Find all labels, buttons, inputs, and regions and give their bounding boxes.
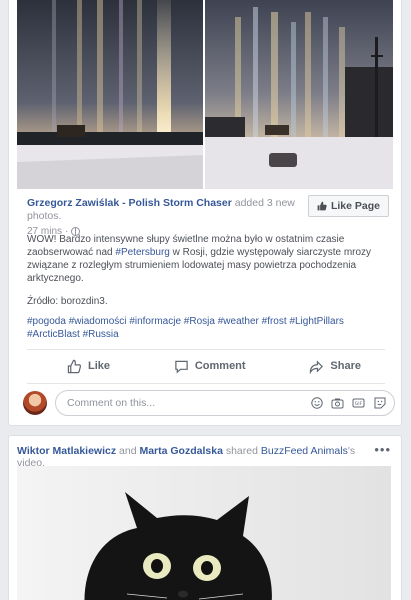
share-arrow-icon <box>310 359 324 374</box>
photo-light-pillars-2[interactable] <box>205 0 393 189</box>
hashtag-link[interactable]: #pogoda <box>27 316 66 327</box>
user-link[interactable]: Marta Gozdalska <box>139 445 222 457</box>
hashtag-link[interactable]: #LightPillars <box>289 316 343 327</box>
hashtag-link[interactable]: #Rosja <box>184 316 215 327</box>
and-text: and <box>116 445 140 457</box>
sticker-icon[interactable] <box>373 397 386 410</box>
comment-composer: Comment on this... GIF <box>23 388 395 418</box>
photo-grid <box>17 0 393 189</box>
more-options-icon[interactable]: ••• <box>374 442 391 457</box>
post-card: Wiktor Matlakiewicz and Marta Gozdalska … <box>8 435 402 600</box>
like-button[interactable]: Like <box>67 359 110 374</box>
post-body: WOW! Bardzo intensywne słupy świetlne mo… <box>27 233 391 318</box>
video-thumbnail[interactable] <box>17 466 391 600</box>
post-card: Grzegorz Zawiślak - Polish Storm Chaser … <box>8 0 402 426</box>
comment-icon <box>175 360 188 373</box>
comment-input[interactable]: Comment on this... GIF <box>55 390 395 416</box>
like-page-button[interactable]: Like Page <box>307 195 389 217</box>
svg-text:GIF: GIF <box>355 401 363 407</box>
post-actions: Like Comment Share <box>27 353 385 379</box>
emoji-icon[interactable] <box>310 397 323 410</box>
shared-text: shared <box>222 445 261 457</box>
comment-button[interactable]: Comment <box>174 359 246 374</box>
share-button[interactable]: Share <box>309 359 361 374</box>
gif-icon[interactable]: GIF <box>352 397 365 410</box>
post-attribution: Grzegorz Zawiślak - Polish Storm Chaser … <box>27 197 307 238</box>
page-link[interactable]: BuzzFeed Animals <box>261 445 348 457</box>
hashtag-link[interactable]: #Russia <box>83 329 119 340</box>
like-label: Like <box>88 360 111 372</box>
hashtag-list: #pogoda #wiadomości #informacje #Rosja #… <box>27 315 393 341</box>
thumbs-up-icon <box>67 359 82 373</box>
photo-light-pillars-1[interactable] <box>17 0 203 189</box>
like-page-label: Like Page <box>330 200 380 212</box>
hashtag-link[interactable]: #weather <box>218 316 259 327</box>
avatar[interactable] <box>23 391 47 415</box>
hashtag-link[interactable]: #frost <box>262 316 287 327</box>
hashtag-link[interactable]: #wiadomości <box>69 316 127 327</box>
divider <box>27 349 385 350</box>
share-label: Share <box>330 360 361 372</box>
comment-placeholder: Comment on this... <box>67 397 156 409</box>
divider <box>27 383 385 384</box>
author-link[interactable]: Grzegorz Zawiślak - Polish Storm Chaser <box>27 197 232 209</box>
hashtag-link[interactable]: #informacje <box>129 316 181 327</box>
comment-label: Comment <box>194 360 246 372</box>
camera-icon[interactable] <box>331 397 344 410</box>
thumbs-up-icon <box>317 201 327 211</box>
user-link[interactable]: Wiktor Matlakiewicz <box>17 445 116 457</box>
post-source: Źródło: borozdin3. <box>27 296 108 307</box>
hashtag-link[interactable]: #ArcticBlast <box>27 329 80 340</box>
hashtag-petersburg[interactable]: #Petersburg <box>115 247 169 258</box>
